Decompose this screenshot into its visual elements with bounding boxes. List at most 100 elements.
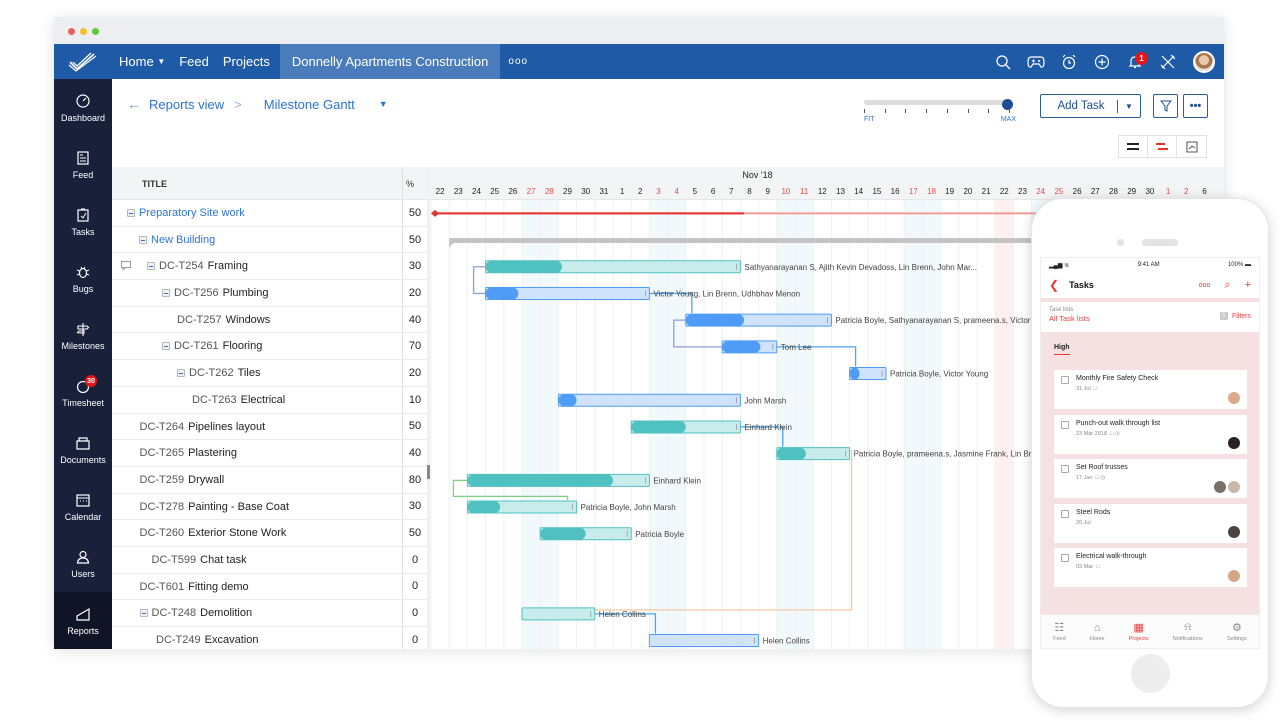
filters-button[interactable]: 1 Filters — [1219, 312, 1251, 320]
nav-feed[interactable]: Feed — [172, 44, 216, 79]
task-bar-assignees[interactable]: Sathyanarayanan S, Ajith Kevin Devadoss,… — [744, 263, 977, 272]
task-bar-progress[interactable] — [631, 420, 686, 433]
task-name[interactable]: Windows — [226, 314, 271, 326]
add-icon[interactable]: + — [1245, 279, 1251, 291]
task-row[interactable]: Preparatory Site work 50 — [112, 200, 427, 227]
task-row[interactable]: DC-T256 Plumbing 20 — [112, 280, 427, 307]
task-row[interactable]: DC-T248 Demolition 0 — [112, 600, 427, 627]
percent-column-header[interactable]: % — [406, 179, 414, 189]
task-name[interactable]: New Building — [151, 234, 215, 246]
nav-home[interactable]: Home ▼ — [112, 44, 172, 79]
task-name[interactable]: Fitting demo — [188, 581, 249, 593]
maximize-window-button[interactable] — [92, 28, 99, 35]
mobile-tab-home[interactable]: ⌂ Home — [1090, 622, 1105, 642]
task-bar-assignees[interactable]: Tom Lee — [781, 343, 812, 352]
gantt-bars-icon[interactable] — [1119, 136, 1148, 157]
sidebar-item-milestones[interactable]: Milestones — [54, 307, 112, 364]
task-row[interactable]: DC-T264 Pipelines layout 50 — [112, 413, 427, 441]
app-logo[interactable] — [54, 44, 112, 79]
collapse-toggle[interactable] — [139, 235, 147, 244]
collapse-toggle[interactable] — [162, 289, 170, 298]
task-name[interactable]: Plumbing — [223, 287, 269, 299]
task-name[interactable]: Framing — [208, 260, 248, 272]
mobile-task-card[interactable]: Set Roof trusses 17 Jan □ ◷ — [1054, 459, 1247, 498]
sidebar-item-timesheet[interactable]: 30 Timesheet — [54, 364, 112, 421]
alarm-icon[interactable] — [1052, 44, 1085, 79]
task-bar-assignees[interactable]: Einhard Klein — [744, 423, 792, 432]
mobile-tab-projects[interactable]: ▦ Projects — [1129, 621, 1149, 642]
task-row[interactable]: DC-T261 Flooring 70 — [112, 333, 427, 361]
collapse-toggle[interactable] — [162, 342, 170, 351]
task-bar-assignees[interactable]: Helen Collins — [763, 637, 810, 646]
mobile-task-card[interactable]: Electrical walk-through 03 Mar □ — [1054, 548, 1247, 587]
task-bar-progress[interactable] — [467, 474, 613, 487]
sidebar-item-reports[interactable]: Reports — [54, 592, 112, 649]
task-row[interactable]: DC-T254 Framing 30 — [112, 253, 427, 281]
comment-icon[interactable] — [121, 261, 131, 271]
search-icon[interactable]: ⌕ — [1224, 279, 1230, 292]
critical-path-icon[interactable] — [1148, 136, 1177, 157]
reports-view-link[interactable]: Reports view — [149, 97, 224, 112]
task-bar-assignees[interactable]: Patricia Boyle, prameena.s, Jasmine Fran… — [854, 450, 1045, 459]
gamepad-icon[interactable] — [1019, 44, 1052, 79]
title-column-header[interactable]: TITLE — [142, 179, 167, 189]
more-options-button[interactable]: ••• — [1183, 94, 1208, 118]
mobile-task-card[interactable]: Monthly Fire Safety Check 31 Jul □ — [1054, 370, 1247, 409]
task-row[interactable]: DC-T265 Plastering 40 — [112, 440, 427, 467]
task-row[interactable]: New Building 50 — [112, 226, 427, 254]
zoom-slider[interactable]: FIT MAX — [864, 97, 1016, 127]
task-name[interactable]: Drywall — [188, 474, 224, 486]
task-bar-assignees[interactable]: Victor Young, Lin Brenn, Udhbhav Menon — [653, 289, 800, 298]
baseline-chart-icon[interactable] — [1177, 136, 1206, 157]
task-bar-assignees[interactable]: Patricia Boyle, Victor Young — [890, 370, 988, 379]
add-circle-icon[interactable] — [1085, 44, 1118, 79]
sidebar-item-feed[interactable]: Feed — [54, 136, 112, 193]
task-bar-progress[interactable] — [685, 314, 745, 327]
nav-more-button[interactable]: ooo — [500, 44, 535, 79]
task-bar[interactable] — [521, 607, 596, 621]
task-row[interactable]: DC-T278 Painting - Base Coat 30 — [112, 493, 427, 521]
task-bar-assignees[interactable]: Einhard Klein — [653, 476, 701, 485]
sidebar-item-calendar[interactable]: Calendar — [54, 478, 112, 535]
collapse-toggle[interactable] — [147, 262, 155, 271]
sidebar-item-tasks[interactable]: Tasks — [54, 193, 112, 250]
task-bar-progress[interactable] — [558, 394, 577, 407]
close-window-button[interactable] — [68, 28, 75, 35]
tools-icon[interactable] — [1151, 44, 1184, 79]
task-checkbox[interactable] — [1061, 465, 1069, 473]
sidebar-item-dashboard[interactable]: Dashboard — [54, 79, 112, 136]
collapse-toggle[interactable] — [139, 609, 148, 618]
task-row[interactable]: DC-T601 Fitting demo 0 — [112, 573, 427, 601]
sidebar-item-users[interactable]: Users — [54, 535, 112, 592]
search-icon[interactable] — [986, 44, 1019, 79]
task-bar-assignees[interactable]: Patricia Boyle, John Marsh — [581, 503, 676, 512]
back-icon[interactable]: ❮ — [1049, 278, 1059, 292]
task-name[interactable]: Preparatory Site work — [139, 207, 245, 219]
filter-button[interactable] — [1153, 94, 1178, 118]
task-bar-progress[interactable] — [467, 501, 501, 514]
chevron-down-icon[interactable]: ▼ — [379, 99, 388, 109]
nav-active-project[interactable]: Donnelly Apartments Construction — [279, 44, 501, 79]
phone-home-button[interactable] — [1131, 654, 1170, 693]
task-row[interactable]: DC-T257 Windows 40 — [112, 306, 427, 334]
more-icon[interactable]: ooo — [1199, 282, 1211, 289]
task-row[interactable]: DC-T599 Chat task 0 — [112, 546, 427, 574]
task-row[interactable]: DC-T262 Tiles 20 — [112, 360, 427, 387]
task-bar-assignees[interactable]: John Marsh — [744, 396, 786, 405]
task-name[interactable]: Plastering — [188, 447, 237, 459]
view-selector[interactable]: Milestone Gantt — [264, 97, 355, 112]
task-bar-assignees[interactable]: Patricia Boyle — [635, 530, 684, 539]
mobile-tab-settings[interactable]: ⚙ Settings — [1227, 621, 1247, 642]
minimize-window-button[interactable] — [80, 28, 87, 35]
task-name[interactable]: Flooring — [223, 340, 263, 352]
nav-projects[interactable]: Projects — [216, 44, 277, 79]
task-checkbox[interactable] — [1061, 509, 1069, 518]
add-task-button[interactable]: Add Task ▼ — [1040, 94, 1141, 118]
task-checkbox[interactable] — [1061, 554, 1069, 562]
priority-tab-high[interactable]: High — [1054, 344, 1070, 355]
back-arrow-icon[interactable]: ← — [127, 96, 141, 112]
task-name[interactable]: Tiles — [238, 367, 261, 379]
task-name[interactable]: Excavation — [205, 634, 259, 646]
task-bar[interactable] — [648, 634, 760, 648]
task-name[interactable]: Demolition — [200, 607, 252, 619]
